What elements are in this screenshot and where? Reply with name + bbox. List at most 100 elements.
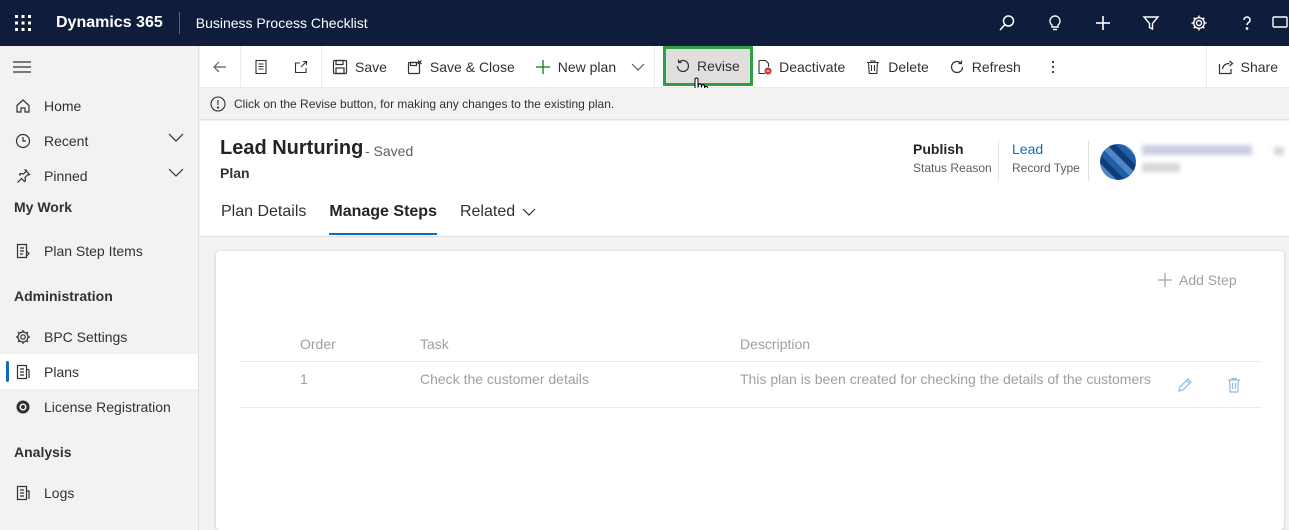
chevron-down-icon[interactable] bbox=[168, 133, 184, 143]
new-plan-button[interactable]: New plan bbox=[525, 46, 626, 88]
sidebar-item-pinned[interactable]: Pinned bbox=[0, 158, 198, 193]
sidebar-item-recent[interactable]: Recent bbox=[0, 123, 198, 158]
section-administration: Administration bbox=[14, 288, 113, 304]
delete-label: Delete bbox=[888, 58, 929, 75]
back-button[interactable] bbox=[200, 46, 240, 88]
save-button-label: Save bbox=[355, 58, 387, 75]
share-icon bbox=[1218, 60, 1234, 74]
deactivate-label: Deactivate bbox=[779, 58, 846, 75]
record-type-value[interactable]: Lead bbox=[1012, 141, 1080, 157]
sidebar-item-plan-step-items[interactable]: Plan Step Items bbox=[0, 233, 198, 268]
refresh-icon bbox=[950, 60, 963, 73]
refresh-label: Refresh bbox=[971, 58, 1021, 75]
open-in-new-window-icon bbox=[294, 60, 308, 73]
status-reason-value: Publish bbox=[913, 141, 964, 157]
plus-icon bbox=[1158, 273, 1172, 287]
lightbulb-icon[interactable] bbox=[1031, 0, 1079, 46]
section-my-work: My Work bbox=[14, 199, 73, 215]
top-nav-bar: Dynamics 365 Business Process Checklist bbox=[0, 0, 1289, 46]
hamburger-menu-icon[interactable] bbox=[0, 46, 198, 88]
form-tabs: Plan Details Manage Steps Related bbox=[221, 203, 559, 235]
step-order: 1 bbox=[300, 371, 308, 387]
gear-icon bbox=[14, 328, 32, 346]
save-and-close-button[interactable]: Save & Close bbox=[397, 46, 525, 88]
chevron-down-icon bbox=[522, 208, 536, 216]
save-button[interactable]: Save bbox=[322, 46, 397, 88]
table-row: 1 Check the customer details This plan i… bbox=[240, 362, 1262, 408]
help-icon[interactable] bbox=[1223, 0, 1271, 46]
tab-label: Plan Details bbox=[221, 203, 307, 220]
gear-icon[interactable] bbox=[1175, 0, 1223, 46]
entity-name: Plan bbox=[220, 165, 250, 181]
add-step-button[interactable]: Add Step bbox=[1157, 272, 1237, 288]
form-icon bbox=[255, 59, 267, 74]
sidebar-item-license-registration[interactable]: License Registration bbox=[0, 389, 198, 424]
edit-pencil-icon[interactable] bbox=[1177, 377, 1193, 393]
more-vertical-icon bbox=[1051, 60, 1054, 73]
clock-icon bbox=[14, 132, 32, 150]
logs-icon bbox=[14, 484, 32, 502]
plans-icon bbox=[14, 363, 32, 381]
form-view-button[interactable] bbox=[241, 46, 281, 88]
share-button[interactable]: Share bbox=[1207, 46, 1289, 88]
owner-label-redacted bbox=[1142, 163, 1180, 172]
sidebar-item-label: BPC Settings bbox=[44, 328, 128, 345]
plus-icon bbox=[535, 59, 550, 74]
back-arrow-icon bbox=[213, 61, 226, 72]
tab-related[interactable]: Related bbox=[460, 203, 536, 235]
delete-button[interactable]: Delete bbox=[855, 46, 938, 88]
new-plan-label: New plan bbox=[557, 58, 617, 75]
status-reason-field: Publish Status Reason bbox=[913, 141, 992, 175]
status-reason-label: Status Reason bbox=[913, 161, 992, 175]
notification-text: Click on the Revise button, for making a… bbox=[234, 96, 615, 111]
sidebar-item-logs[interactable]: Logs bbox=[0, 475, 198, 510]
section-analysis: Analysis bbox=[14, 444, 72, 460]
chevron-down-icon bbox=[631, 63, 645, 71]
badge-icon bbox=[14, 398, 32, 416]
step-task: Check the customer details bbox=[420, 371, 589, 387]
chevron-down-icon[interactable] bbox=[168, 168, 184, 178]
sidebar-item-home[interactable]: Home bbox=[0, 88, 198, 123]
app-name[interactable]: Business Process Checklist bbox=[180, 15, 368, 31]
open-new-window-button[interactable] bbox=[281, 46, 321, 88]
record-title: Lead Nurturing bbox=[220, 137, 364, 159]
refresh-button[interactable]: Refresh bbox=[939, 46, 1031, 88]
tab-manage-steps[interactable]: Manage Steps bbox=[329, 203, 437, 235]
info-icon bbox=[210, 95, 226, 112]
chat-icon[interactable] bbox=[1271, 0, 1289, 46]
sidebar-item-label: Plans bbox=[44, 363, 80, 380]
share-label: Share bbox=[1240, 58, 1278, 75]
brand-title[interactable]: Dynamics 365 bbox=[46, 12, 180, 34]
sidebar-item-label: Logs bbox=[44, 484, 75, 501]
tab-plan-details[interactable]: Plan Details bbox=[221, 203, 306, 235]
revise-button[interactable]: Revise bbox=[663, 46, 753, 86]
sidebar-item-label: Pinned bbox=[44, 167, 88, 184]
trash-icon[interactable] bbox=[1227, 377, 1241, 393]
column-header-task[interactable]: Task bbox=[420, 336, 449, 352]
home-icon bbox=[14, 97, 32, 115]
revise-label: Revise bbox=[697, 58, 740, 74]
app-launcher-icon[interactable] bbox=[0, 0, 46, 46]
column-header-description[interactable]: Description bbox=[740, 336, 810, 352]
deactivate-button[interactable]: Deactivate bbox=[746, 46, 855, 88]
step-description: This plan is been created for checking t… bbox=[740, 371, 1151, 387]
sidebar-item-plans[interactable]: Plans bbox=[0, 354, 198, 389]
grid-header: Order Task Description bbox=[240, 326, 1262, 362]
sidebar-item-bpc-settings[interactable]: BPC Settings bbox=[0, 319, 198, 354]
search-icon[interactable] bbox=[983, 0, 1031, 46]
steps-grid: Order Task Description 1 Check the custo… bbox=[240, 326, 1262, 408]
redacted-mark bbox=[1274, 147, 1284, 155]
owner-avatar[interactable] bbox=[1100, 144, 1136, 180]
more-commands-button[interactable] bbox=[1031, 46, 1075, 88]
sidebar-item-label: Home bbox=[44, 97, 82, 114]
tab-label: Manage Steps bbox=[329, 203, 437, 220]
filter-icon[interactable] bbox=[1127, 0, 1175, 46]
record-type-label: Record Type bbox=[1012, 161, 1080, 175]
column-header-order[interactable]: Order bbox=[300, 336, 336, 352]
save-status: - Saved bbox=[365, 143, 414, 159]
add-step-label: Add Step bbox=[1179, 272, 1237, 288]
save-and-close-label: Save & Close bbox=[429, 58, 515, 75]
plus-icon[interactable] bbox=[1079, 0, 1127, 46]
new-plan-dropdown[interactable] bbox=[626, 46, 654, 88]
trash-icon bbox=[867, 59, 880, 74]
